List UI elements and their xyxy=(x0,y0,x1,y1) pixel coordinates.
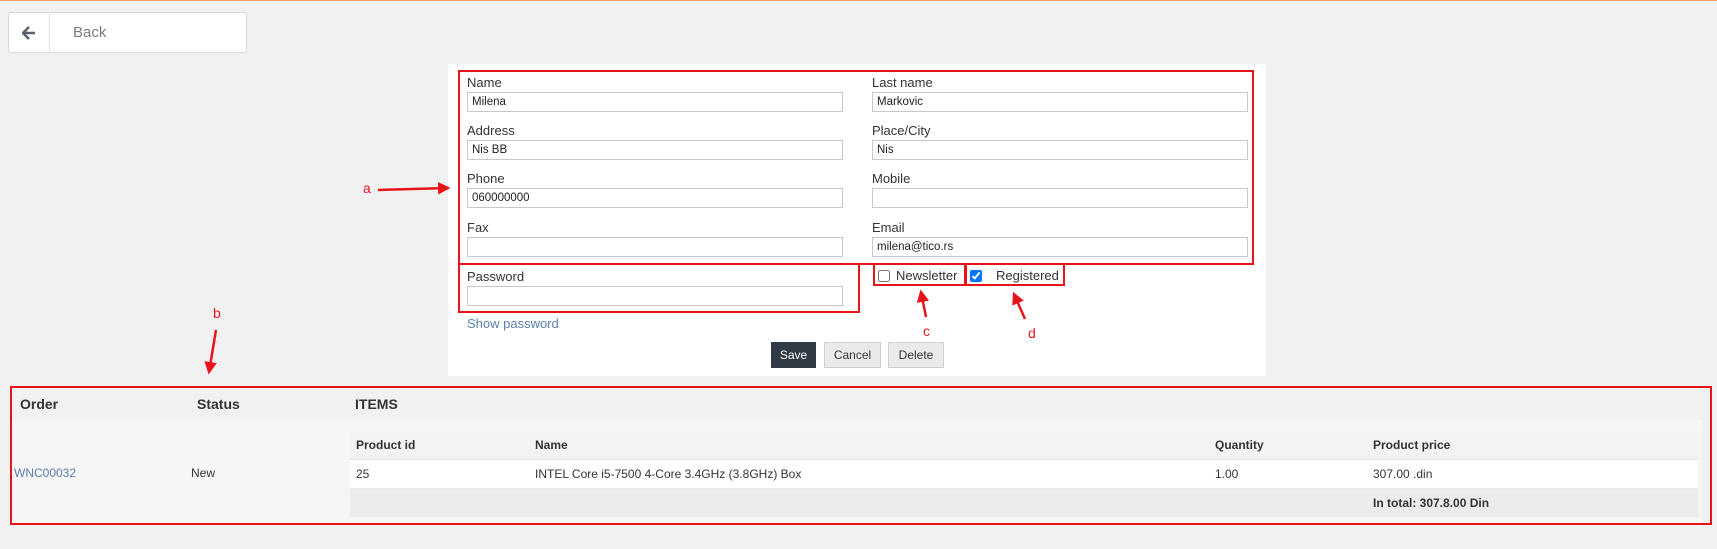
save-button[interactable]: Save xyxy=(771,342,816,368)
top-accent-line xyxy=(0,0,1717,1)
delete-button[interactable]: Delete xyxy=(888,342,944,368)
annotation-label-c: c xyxy=(923,323,930,339)
arrow-a xyxy=(377,182,451,195)
annotation-label-b: b xyxy=(213,305,221,321)
back-button[interactable]: Back xyxy=(8,12,247,53)
arrow-b xyxy=(204,329,218,375)
cancel-button[interactable]: Cancel xyxy=(824,342,881,368)
annotation-box-a-top xyxy=(458,70,1254,265)
annotation-box-b xyxy=(10,386,1712,525)
annotation-label-d: d xyxy=(1028,325,1036,341)
arrow-left-icon xyxy=(9,13,50,52)
annotation-label-a: a xyxy=(363,180,371,196)
annotation-box-d xyxy=(964,263,1065,286)
back-label: Back xyxy=(73,24,107,41)
annotation-box-a-bottom xyxy=(458,263,860,313)
annotation-box-c xyxy=(873,263,967,286)
show-password-link[interactable]: Show password xyxy=(467,316,559,331)
